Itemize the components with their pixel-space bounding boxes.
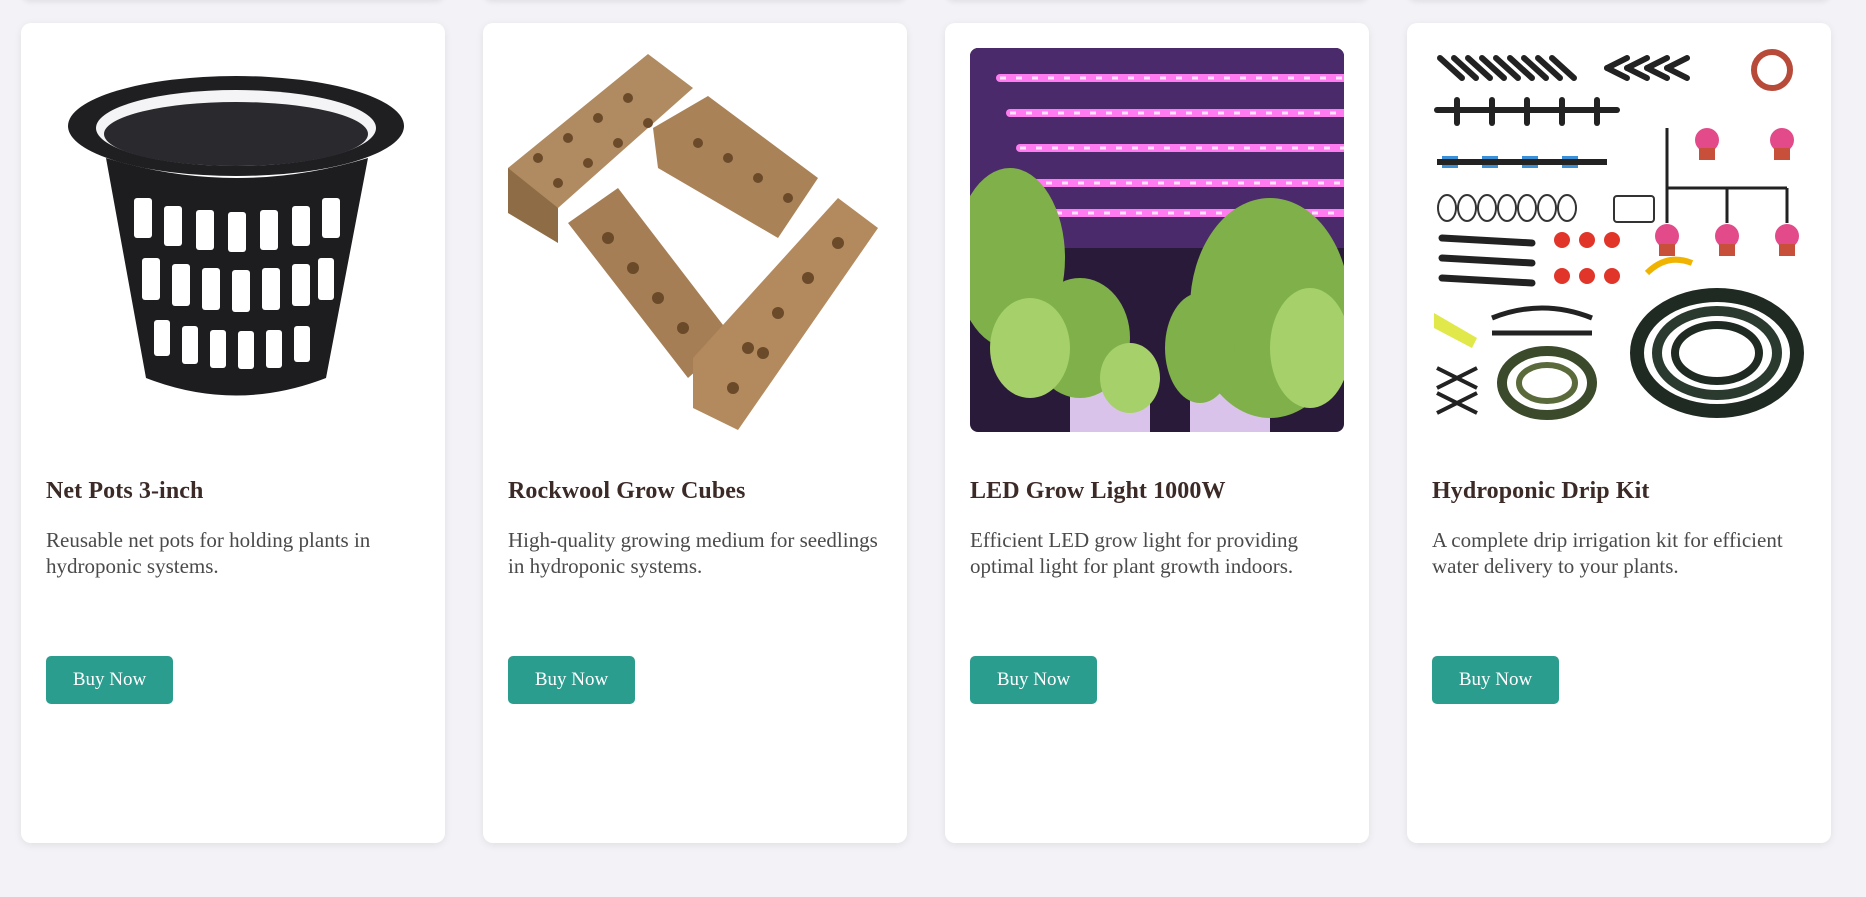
product-title: Hydroponic Drip Kit <box>1432 478 1650 504</box>
product-card: LED Grow Light 1000W Efficient LED grow … <box>945 23 1369 843</box>
product-card: Hydroponic Drip Kit A complete drip irri… <box>1407 23 1831 843</box>
net-pot-image <box>46 48 420 432</box>
buy-now-button[interactable]: Buy Now <box>1432 656 1559 704</box>
buy-now-button[interactable]: Buy Now <box>46 656 173 704</box>
product-card: Net Pots 3-inch Reusable net pots for ho… <box>21 23 445 843</box>
buy-now-button[interactable]: Buy Now <box>970 656 1097 704</box>
product-description: Efficient LED grow light for providing o… <box>970 528 1298 578</box>
product-description: Reusable net pots for holding plants in … <box>46 528 371 578</box>
product-grid: Net Pots 3-inch Reusable net pots for ho… <box>21 23 1831 843</box>
buy-now-button[interactable]: Buy Now <box>508 656 635 704</box>
product-description: A complete drip irrigation kit for effic… <box>1432 528 1783 578</box>
product-title: LED Grow Light 1000W <box>970 478 1226 504</box>
product-title: Net Pots 3-inch <box>46 478 204 504</box>
product-description: High-quality growing medium for seedling… <box>508 528 878 578</box>
product-card: Rockwool Grow Cubes High-quality growing… <box>483 23 907 843</box>
product-page: Net Pots 3-inch Reusable net pots for ho… <box>0 0 1866 897</box>
product-title: Rockwool Grow Cubes <box>508 478 746 504</box>
led-grow-light-image <box>970 48 1344 432</box>
rockwool-cubes-image <box>508 48 882 432</box>
drip-kit-image <box>1432 48 1806 432</box>
